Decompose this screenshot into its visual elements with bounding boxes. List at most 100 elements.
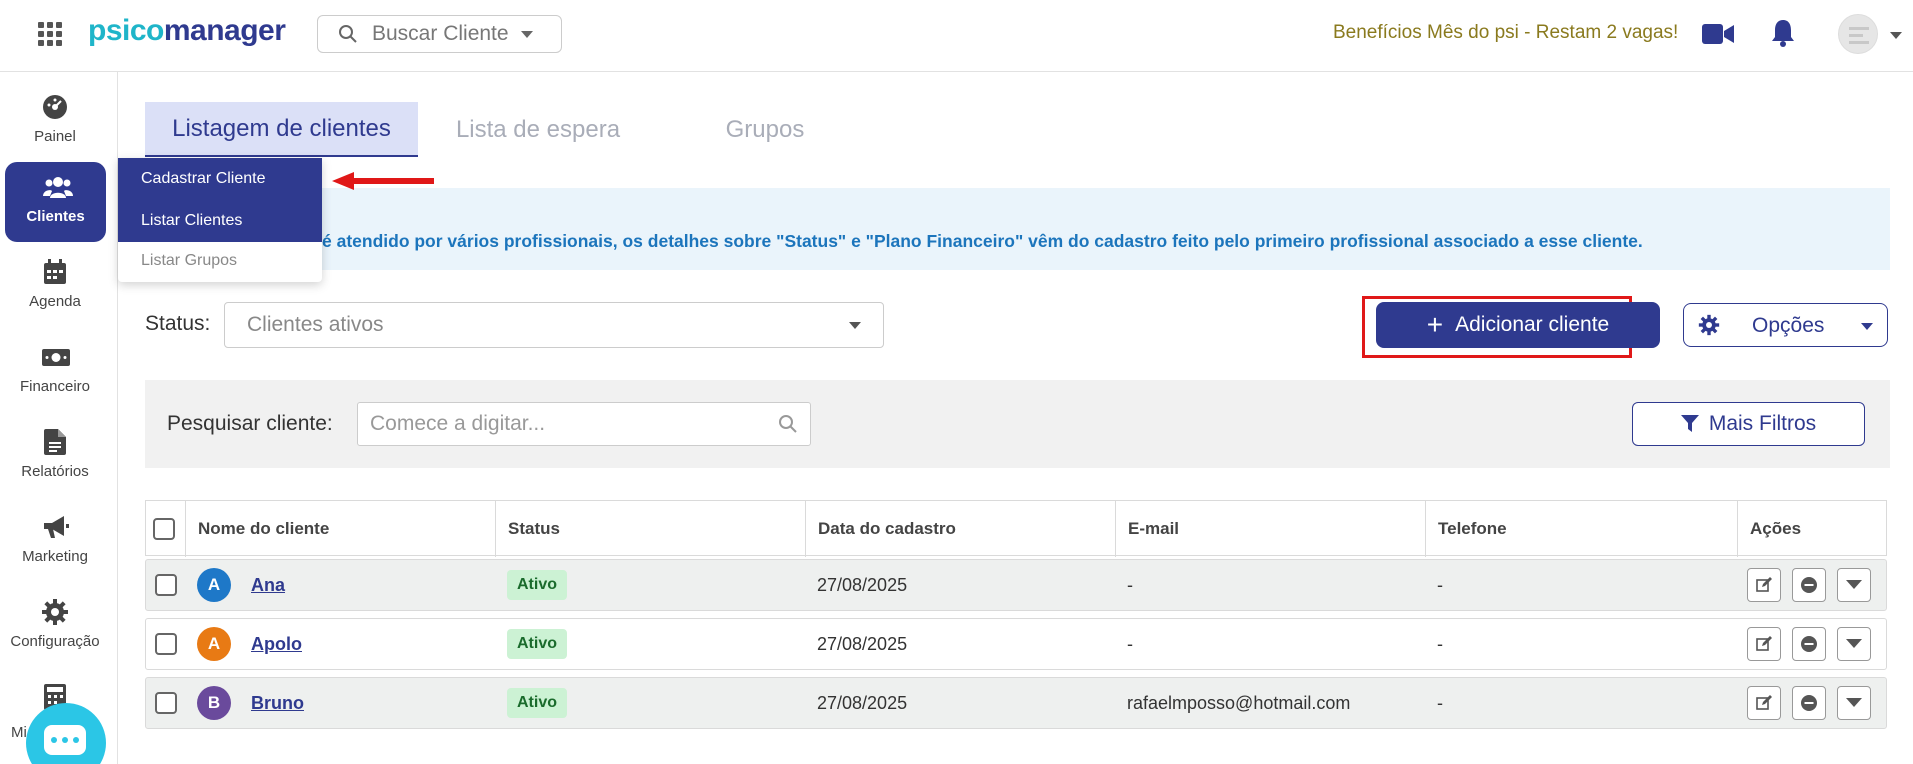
- phone-cell: -: [1437, 633, 1443, 654]
- deactivate-button[interactable]: [1792, 627, 1826, 661]
- client-name-link[interactable]: Apolo: [251, 634, 302, 655]
- logo[interactable]: psicomanager: [88, 14, 286, 48]
- row-checkbox-cell: [155, 619, 177, 669]
- sidebar: Painel Clientes Agenda Financeiro Relató…: [0, 72, 118, 764]
- sidebar-item-label: Clientes: [26, 208, 85, 225]
- status-cell: Ativo: [507, 619, 567, 669]
- row-checkbox[interactable]: [155, 633, 177, 655]
- calendar-icon: [42, 259, 68, 285]
- row-checkbox[interactable]: [155, 692, 177, 714]
- money-icon: [42, 344, 70, 370]
- col-header-email[interactable]: E-mail: [1116, 501, 1426, 557]
- promo-link[interactable]: Benefícios Mês do psi - Restam 2 vagas!: [1333, 22, 1678, 44]
- date-cell: 27/08/2025: [817, 574, 908, 595]
- sidebar-item-label: Mi: [11, 724, 27, 741]
- tab-listagem-clientes[interactable]: Listagem de clientes: [145, 102, 418, 157]
- apps-grid-icon[interactable]: [38, 22, 62, 46]
- status-label: Status:: [145, 312, 211, 335]
- sidebar-item-financeiro[interactable]: Financeiro: [0, 332, 110, 412]
- client-avatar: B: [197, 686, 231, 720]
- filter-icon: [1680, 415, 1699, 432]
- users-icon: [42, 174, 73, 200]
- edit-icon: [1756, 577, 1772, 592]
- table-row: A Apolo Ativo 27/08/2025 - -: [145, 618, 1887, 670]
- logo-part-1: psico: [88, 14, 164, 47]
- edit-button[interactable]: [1747, 686, 1781, 720]
- chevron-down-icon: [1846, 639, 1862, 648]
- col-header-status[interactable]: Status: [496, 501, 806, 557]
- add-client-label: Adicionar cliente: [1455, 313, 1610, 336]
- deactivate-button[interactable]: [1792, 568, 1826, 602]
- tab-lista-espera[interactable]: Lista de espera: [442, 102, 634, 157]
- chevron-down-icon: [1846, 698, 1862, 707]
- more-actions-button[interactable]: [1837, 686, 1871, 720]
- avatar-line: [1849, 27, 1869, 30]
- more-actions-button[interactable]: [1837, 627, 1871, 661]
- chevron-down-icon: [849, 322, 861, 329]
- search-client-input[interactable]: Comece a digitar...: [357, 402, 811, 446]
- col-header-actions: Ações: [1750, 519, 1802, 538]
- menu-item-listar-clientes[interactable]: Listar Clientes: [118, 200, 322, 242]
- options-button[interactable]: Opções: [1683, 303, 1888, 347]
- select-all-checkbox[interactable]: [153, 518, 175, 540]
- row-checkbox[interactable]: [155, 574, 177, 596]
- status-cell: Ativo: [507, 560, 567, 610]
- top-bar: psicomanager Buscar Cliente Benefícios M…: [0, 0, 1913, 72]
- status-select[interactable]: Clientes ativos: [224, 302, 884, 348]
- sidebar-item-agenda[interactable]: Agenda: [0, 247, 110, 327]
- sidebar-item-clientes[interactable]: Clientes: [5, 162, 106, 242]
- client-avatar: A: [197, 568, 231, 602]
- date-cell: 27/08/2025: [817, 692, 908, 713]
- add-client-button[interactable]: + Adicionar cliente: [1376, 302, 1660, 348]
- deactivate-button[interactable]: [1792, 686, 1826, 720]
- sidebar-item-relatorios[interactable]: Relatórios: [0, 417, 110, 497]
- tab-grupos[interactable]: Grupos: [700, 102, 830, 157]
- edit-icon: [1756, 695, 1772, 710]
- info-banner-text: é atendido por vários profissionais, os …: [322, 231, 1643, 251]
- sidebar-item-label: Configuração: [10, 633, 100, 650]
- sidebar-item-marketing[interactable]: Marketing: [0, 502, 110, 582]
- gear-icon: [1698, 314, 1720, 336]
- select-all-cell: [146, 501, 186, 557]
- chevron-down-icon: [1846, 580, 1862, 589]
- status-badge: Ativo: [507, 688, 567, 718]
- row-checkbox-cell: [155, 560, 177, 610]
- chevron-down-icon: [1861, 323, 1873, 330]
- col-header-phone[interactable]: Telefone: [1426, 501, 1738, 557]
- sidebar-item-painel[interactable]: Painel: [0, 82, 110, 162]
- search-icon: [339, 25, 357, 43]
- logo-part-2: manager: [163, 14, 286, 47]
- more-actions-button[interactable]: [1837, 568, 1871, 602]
- chevron-down-icon[interactable]: [1890, 32, 1902, 39]
- bell-icon[interactable]: [1770, 18, 1796, 48]
- col-header-date[interactable]: Data do cadastro: [806, 501, 1116, 557]
- user-avatar[interactable]: [1838, 14, 1878, 54]
- sidebar-item-configuracao[interactable]: Configuração: [0, 587, 110, 667]
- video-camera-icon[interactable]: [1702, 22, 1734, 46]
- edit-button[interactable]: [1747, 568, 1781, 602]
- sidebar-item-label: Painel: [34, 128, 76, 145]
- phone-cell: -: [1437, 574, 1443, 595]
- email-cell: rafaelmposso@hotmail.com: [1127, 692, 1351, 713]
- client-search-box[interactable]: Buscar Cliente: [317, 15, 562, 53]
- client-name-link[interactable]: Ana: [251, 575, 285, 596]
- dashboard-icon: [42, 94, 68, 120]
- report-icon: [42, 429, 68, 455]
- search-icon: [779, 415, 797, 433]
- edit-button[interactable]: [1747, 627, 1781, 661]
- client-name-link[interactable]: Bruno: [251, 693, 304, 714]
- status-select-value: Clientes ativos: [247, 313, 384, 336]
- search-client-placeholder: Comece a digitar...: [370, 412, 546, 435]
- menu-item-listar-grupos[interactable]: Listar Grupos: [118, 240, 322, 282]
- clients-submenu: Cadastrar Cliente Listar Clientes Listar…: [118, 158, 322, 282]
- more-filters-button[interactable]: Mais Filtros: [1632, 402, 1865, 446]
- col-header-name[interactable]: Nome do cliente: [186, 501, 496, 557]
- options-label: Opções: [1752, 314, 1825, 337]
- sidebar-item-label: Agenda: [29, 293, 81, 310]
- menu-item-cadastrar-cliente[interactable]: Cadastrar Cliente: [118, 158, 322, 200]
- red-arrow-annotation: [332, 172, 434, 190]
- client-name-cell: A Ana: [197, 560, 285, 610]
- table-header: Nome do cliente Status Data do cadastro …: [145, 500, 1887, 557]
- phone-cell: -: [1437, 692, 1443, 713]
- email-cell: -: [1127, 574, 1133, 595]
